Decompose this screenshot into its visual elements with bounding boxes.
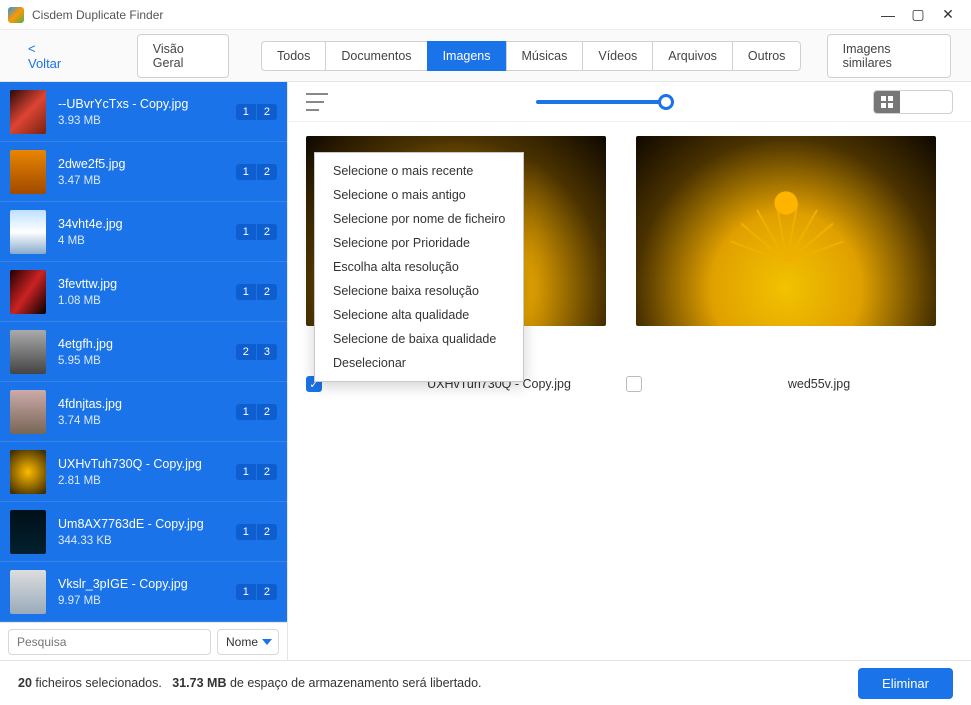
tab-musicas[interactable]: Músicas <box>506 41 583 71</box>
tab-imagens[interactable]: Imagens <box>427 41 506 71</box>
file-name: 2dwe2f5.jpg <box>58 157 236 171</box>
view-grid-button[interactable] <box>874 91 900 113</box>
thumbnail-icon <box>10 210 46 254</box>
list-item[interactable]: 4etgfh.jpg 5.95 MB23 <box>0 322 287 382</box>
image-preview[interactable] <box>636 136 936 326</box>
thumbnail-icon <box>10 270 46 314</box>
file-name: 34vht4e.jpg <box>58 217 236 231</box>
freed-size: 31.73 MB <box>172 676 226 690</box>
app-logo-icon <box>8 7 24 23</box>
file-size: 5.95 MB <box>58 355 236 367</box>
file-size: 3.47 MB <box>58 175 236 187</box>
thumbnail-icon <box>10 510 46 554</box>
thumbnail-icon <box>10 330 46 374</box>
main-toolbar <box>288 82 971 122</box>
thumbnail-icon <box>10 570 46 614</box>
titlebar: Cisdem Duplicate Finder — ▢ ✕ <box>0 0 971 30</box>
thumbnail-icon <box>10 90 46 134</box>
list-item[interactable]: --UBvrYcTxs - Copy.jpg 3.93 MB12 <box>0 82 287 142</box>
file-size: 3.93 MB <box>58 115 236 127</box>
tab-todos[interactable]: Todos <box>261 41 325 71</box>
menu-item[interactable]: Deselecionar <box>315 351 523 375</box>
count-badges: 12 <box>236 524 277 540</box>
menu-item[interactable]: Selecione por nome de ficheiro <box>315 207 523 231</box>
minimize-button[interactable]: — <box>873 7 903 23</box>
tab-documentos[interactable]: Documentos <box>325 41 426 71</box>
list-item[interactable]: 3fevttw.jpg 1.08 MB12 <box>0 262 287 322</box>
file-size: 4 MB <box>58 235 236 247</box>
selected-count: 20 <box>18 676 32 690</box>
preview-cell <box>636 136 936 326</box>
view-mode-group <box>873 90 953 114</box>
count-badges: 12 <box>236 164 277 180</box>
sidebar: --UBvrYcTxs - Copy.jpg3.93 MB12 2dwe2f5.… <box>0 82 288 660</box>
status-bar: 20 ficheiros selecionados. 31.73 MB de e… <box>0 660 971 705</box>
file-name: UXHvTuh730Q - Copy.jpg <box>58 457 236 471</box>
freed-size-label: de espaço de armazenamento será libertad… <box>230 676 482 690</box>
menu-item[interactable]: Selecione por Prioridade <box>315 231 523 255</box>
toolbar: < Voltar Visão Geral Todos Documentos Im… <box>0 30 971 82</box>
count-badges: 12 <box>236 404 277 420</box>
menu-item[interactable]: Escolha alta resolução <box>315 255 523 279</box>
view-columns-button[interactable] <box>900 91 926 113</box>
selection-menu: Selecione o mais recente Selecione o mai… <box>314 152 524 382</box>
file-size: 3.74 MB <box>58 415 236 427</box>
menu-item[interactable]: Selecione baixa resolução <box>315 279 523 303</box>
sort-select[interactable]: Nome <box>217 629 279 655</box>
thumbnail-icon <box>10 450 46 494</box>
search-input[interactable] <box>8 629 211 655</box>
file-name: --UBvrYcTxs - Copy.jpg <box>58 97 236 111</box>
eliminate-button[interactable]: Eliminar <box>858 668 953 699</box>
category-tabs: Todos Documentos Imagens Músicas Vídeos … <box>261 41 801 71</box>
count-badges: 12 <box>236 584 277 600</box>
count-badges: 12 <box>236 104 277 120</box>
main-panel: Selecione o mais recente Selecione o mai… <box>288 82 971 660</box>
maximize-button[interactable]: ▢ <box>903 6 933 23</box>
sidebar-footer: Nome <box>0 622 287 660</box>
preview-filename: wed55v.jpg <box>712 377 926 391</box>
file-name: Vkslr_3pIGE - Copy.jpg <box>58 577 236 591</box>
selected-count-label: ficheiros selecionados. <box>35 676 161 690</box>
file-name: 4fdnjtas.jpg <box>58 397 236 411</box>
tab-arquivos[interactable]: Arquivos <box>652 41 732 71</box>
file-size: 2.81 MB <box>58 475 236 487</box>
close-button[interactable]: ✕ <box>933 6 963 23</box>
list-item[interactable]: 2dwe2f5.jpg 3.47 MB12 <box>0 142 287 202</box>
tab-videos[interactable]: Vídeos <box>582 41 652 71</box>
select-checkbox[interactable] <box>626 376 642 392</box>
slider-knob-icon[interactable] <box>658 94 674 110</box>
menu-item[interactable]: Selecione alta qualidade <box>315 303 523 327</box>
count-badges: 23 <box>236 344 277 360</box>
file-name: Um8AX7763dE - Copy.jpg <box>58 517 236 531</box>
overview-button[interactable]: Visão Geral <box>137 34 229 78</box>
file-size: 1.08 MB <box>58 295 236 307</box>
tab-outros[interactable]: Outros <box>732 41 802 71</box>
preview-area: Selecione o mais recente Selecione o mai… <box>288 122 971 660</box>
view-list-button[interactable] <box>926 91 952 113</box>
file-size: 344.33 KB <box>58 535 236 547</box>
duplicate-list[interactable]: --UBvrYcTxs - Copy.jpg3.93 MB12 2dwe2f5.… <box>0 82 287 622</box>
list-item[interactable]: 34vht4e.jpg 4 MB12 <box>0 202 287 262</box>
file-name: 3fevttw.jpg <box>58 277 236 291</box>
count-badges: 12 <box>236 464 277 480</box>
menu-item[interactable]: Selecione o mais antigo <box>315 183 523 207</box>
list-item[interactable]: Vkslr_3pIGE - Copy.jpg 9.97 MB12 <box>0 562 287 622</box>
menu-item[interactable]: Selecione de baixa qualidade <box>315 327 523 351</box>
window-title: Cisdem Duplicate Finder <box>32 8 873 22</box>
menu-item[interactable]: Selecione o mais recente <box>315 159 523 183</box>
file-name: 4etgfh.jpg <box>58 337 236 351</box>
sort-label: Nome <box>226 635 258 649</box>
list-item[interactable]: 4fdnjtas.jpg 3.74 MB12 <box>0 382 287 442</box>
list-item[interactable]: UXHvTuh730Q - Copy.jpg 2.81 MB12 <box>0 442 287 502</box>
selection-menu-button[interactable] <box>306 93 328 111</box>
similar-images-button[interactable]: Imagens similares <box>827 34 951 78</box>
count-badges: 12 <box>236 284 277 300</box>
file-size: 9.97 MB <box>58 595 236 607</box>
thumbnail-icon <box>10 390 46 434</box>
back-button[interactable]: < Voltar <box>20 37 77 75</box>
count-badges: 12 <box>236 224 277 240</box>
zoom-slider[interactable] <box>328 100 873 104</box>
list-item[interactable]: Um8AX7763dE - Copy.jpg 344.33 KB12 <box>0 502 287 562</box>
thumbnail-icon <box>10 150 46 194</box>
